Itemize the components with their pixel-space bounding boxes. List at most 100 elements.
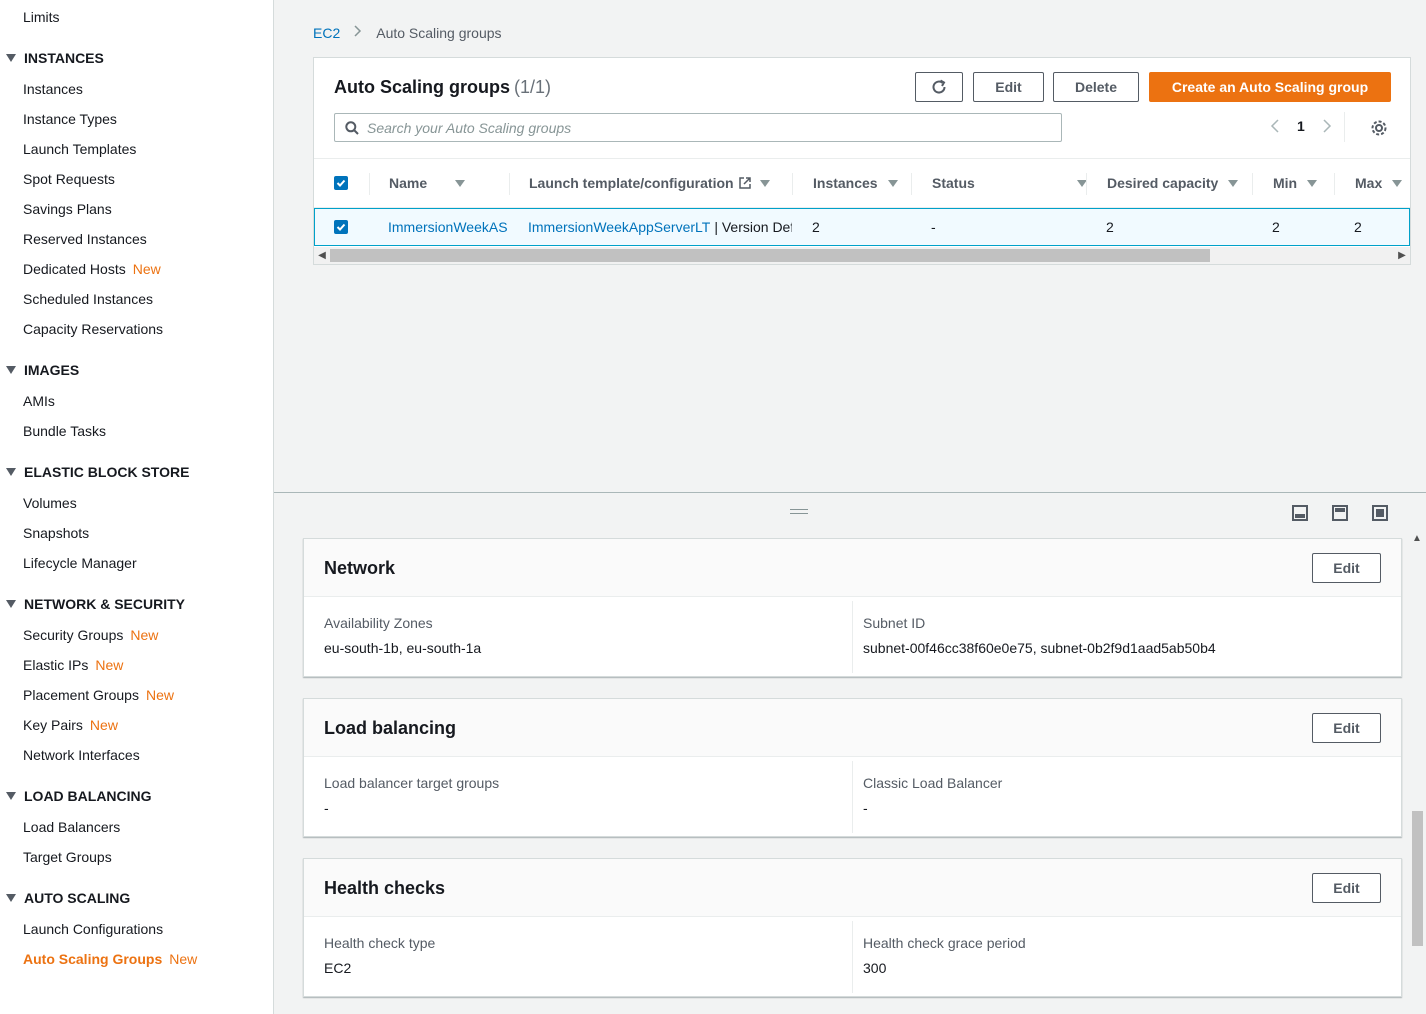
create-auto-scaling-group-button[interactable]: Create an Auto Scaling group bbox=[1149, 72, 1391, 102]
column-header-desired-capacity[interactable]: Desired capacity bbox=[1107, 159, 1239, 207]
pager-divider bbox=[1344, 112, 1345, 142]
sidebar-item-lifecycle-manager[interactable]: Lifecycle Manager bbox=[23, 555, 137, 571]
card-header: Network Edit bbox=[304, 539, 1401, 597]
health-checks-edit-button[interactable]: Edit bbox=[1312, 873, 1381, 903]
sidebar-section-label: ELASTIC BLOCK STORE bbox=[24, 464, 190, 480]
launch-template-cell: ImmersionWeekAppServerLT | Version Def bbox=[528, 209, 792, 245]
select-all-checkbox[interactable] bbox=[334, 159, 348, 207]
layout-bottom-icon[interactable] bbox=[1292, 505, 1308, 521]
sidebar-section-label: AUTO SCALING bbox=[24, 890, 131, 906]
scrollbar-thumb[interactable] bbox=[330, 249, 1210, 262]
sidebar-section-instances[interactable]: INSTANCES bbox=[6, 50, 104, 66]
column-label: Instances bbox=[813, 175, 878, 191]
sidebar-section-load-balancing[interactable]: LOAD BALANCING bbox=[6, 788, 152, 804]
column-header-name[interactable]: Name bbox=[389, 159, 466, 207]
sort-icon bbox=[1392, 179, 1403, 187]
collapse-triangle-icon bbox=[6, 600, 16, 608]
field-value: - bbox=[324, 800, 329, 816]
sidebar-item-instances[interactable]: Instances bbox=[23, 81, 83, 97]
launch-template-link[interactable]: ImmersionWeekAppServerLT bbox=[528, 219, 710, 235]
column-label: Min bbox=[1273, 175, 1298, 191]
scroll-right-arrow-icon[interactable]: ▶ bbox=[1394, 247, 1410, 264]
sidebar-item-label: Auto Scaling Groups bbox=[23, 951, 163, 967]
layout-fullscreen-icon[interactable] bbox=[1372, 505, 1388, 521]
sidebar-section-ebs[interactable]: ELASTIC BLOCK STORE bbox=[6, 464, 189, 480]
table-row[interactable]: ImmersionWeekAS ImmersionWeekAppServerLT… bbox=[314, 208, 1410, 246]
sidebar-item-auto-scaling-groups[interactable]: Auto Scaling Groups New bbox=[23, 951, 197, 967]
breadcrumb-ec2-link[interactable]: EC2 bbox=[313, 25, 340, 41]
field-label: Health check grace period bbox=[863, 935, 1026, 951]
status-cell: - bbox=[931, 219, 936, 235]
field-label: Classic Load Balancer bbox=[863, 775, 1003, 791]
scroll-left-arrow-icon[interactable]: ◀ bbox=[314, 247, 330, 264]
sidebar-section-images[interactable]: IMAGES bbox=[6, 362, 79, 378]
column-header-launch-template[interactable]: Launch template/configuration bbox=[529, 159, 770, 207]
collapse-triangle-icon bbox=[6, 792, 16, 800]
horizontal-scrollbar[interactable]: ◀ ▶ bbox=[314, 247, 1410, 264]
vertical-scrollbar[interactable]: ▲ bbox=[1409, 533, 1426, 1014]
card-title: Network bbox=[324, 558, 396, 578]
sidebar-item-launch-configurations[interactable]: Launch Configurations bbox=[23, 921, 163, 937]
search-input[interactable]: Search your Auto Scaling groups bbox=[334, 113, 1062, 142]
sidebar-item-capacity-reservations[interactable]: Capacity Reservations bbox=[23, 321, 163, 337]
breadcrumb: EC2 Auto Scaling groups bbox=[313, 24, 502, 41]
new-badge: New bbox=[89, 717, 118, 733]
page-number[interactable]: 1 bbox=[1297, 118, 1305, 134]
column-divider bbox=[792, 173, 793, 195]
scrollbar-thumb[interactable] bbox=[1412, 811, 1423, 946]
sidebar-item-reserved-instances[interactable]: Reserved Instances bbox=[23, 231, 147, 247]
sidebar-section-label: IMAGES bbox=[24, 362, 80, 378]
new-badge: New bbox=[145, 687, 174, 703]
chevron-right-icon[interactable] bbox=[1321, 118, 1333, 134]
sidebar-item-launch-templates[interactable]: Launch Templates bbox=[23, 141, 136, 157]
sidebar-item-bundle-tasks[interactable]: Bundle Tasks bbox=[23, 423, 106, 439]
sidebar-item-target-groups[interactable]: Target Groups bbox=[23, 849, 112, 865]
network-card: Network Edit Availability Zones eu-south… bbox=[303, 538, 1402, 677]
sidebar-item-load-balancers[interactable]: Load Balancers bbox=[23, 819, 120, 835]
sort-icon bbox=[455, 179, 466, 187]
load-balancing-edit-button[interactable]: Edit bbox=[1312, 713, 1381, 743]
sidebar-item-label: Dedicated Hosts bbox=[23, 261, 126, 277]
sidebar-item-label: Elastic IPs bbox=[23, 657, 89, 673]
row-checkbox[interactable] bbox=[334, 209, 348, 245]
delete-button[interactable]: Delete bbox=[1053, 72, 1139, 102]
asg-name-link[interactable]: ImmersionWeekAS bbox=[388, 209, 509, 245]
sidebar-item-security-groups[interactable]: Security Groups New bbox=[23, 627, 158, 643]
sidebar-item-savings-plans[interactable]: Savings Plans bbox=[23, 201, 112, 217]
layout-side-icon[interactable] bbox=[1332, 505, 1348, 521]
sidebar-item-elastic-ips[interactable]: Elastic IPs New bbox=[23, 657, 123, 673]
refresh-icon bbox=[932, 79, 946, 94]
sidebar-item-key-pairs[interactable]: Key Pairs New bbox=[23, 717, 118, 733]
sidebar-item-snapshots[interactable]: Snapshots bbox=[23, 525, 89, 541]
sidebar-item-dedicated-hosts[interactable]: Dedicated Hosts New bbox=[23, 261, 161, 277]
column-header-instances[interactable]: Instances bbox=[813, 159, 898, 207]
scroll-up-arrow-icon[interactable]: ▲ bbox=[1412, 533, 1422, 544]
sidebar-item-volumes[interactable]: Volumes bbox=[23, 495, 77, 511]
search-icon bbox=[345, 120, 359, 135]
column-label: Max bbox=[1355, 175, 1383, 191]
sidebar-item-spot-requests[interactable]: Spot Requests bbox=[23, 171, 115, 187]
drag-handle-icon[interactable] bbox=[790, 509, 808, 514]
sidebar-section-label: LOAD BALANCING bbox=[24, 788, 152, 804]
refresh-button[interactable] bbox=[915, 72, 963, 102]
panel-title: Auto Scaling groups (1/1) bbox=[334, 77, 551, 98]
column-divider bbox=[852, 921, 853, 993]
network-edit-button[interactable]: Edit bbox=[1312, 553, 1381, 583]
sidebar-item-network-interfaces[interactable]: Network Interfaces bbox=[23, 747, 140, 763]
chevron-left-icon[interactable] bbox=[1269, 118, 1281, 134]
column-header-max[interactable]: Max bbox=[1355, 159, 1403, 207]
sidebar-item-scheduled-instances[interactable]: Scheduled Instances bbox=[23, 291, 153, 307]
column-label: Launch template/configuration bbox=[529, 175, 734, 191]
edit-button[interactable]: Edit bbox=[973, 72, 1044, 102]
sidebar-item-placement-groups[interactable]: Placement Groups New bbox=[23, 687, 174, 703]
column-header-status[interactable]: Status bbox=[932, 159, 1087, 207]
sidebar-section-auto-scaling[interactable]: AUTO SCALING bbox=[6, 890, 130, 906]
sidebar-item-amis[interactable]: AMIs bbox=[23, 393, 55, 409]
sidebar-section-network-security[interactable]: NETWORK & SECURITY bbox=[6, 596, 185, 612]
new-badge: New bbox=[132, 261, 161, 277]
sidebar-item-limits[interactable]: Limits bbox=[23, 9, 60, 25]
sidebar-item-instance-types[interactable]: Instance Types bbox=[23, 111, 117, 127]
settings-gear-icon[interactable] bbox=[1370, 119, 1388, 140]
column-header-min[interactable]: Min bbox=[1273, 159, 1318, 207]
panel-title-text: Auto Scaling groups bbox=[334, 77, 511, 97]
